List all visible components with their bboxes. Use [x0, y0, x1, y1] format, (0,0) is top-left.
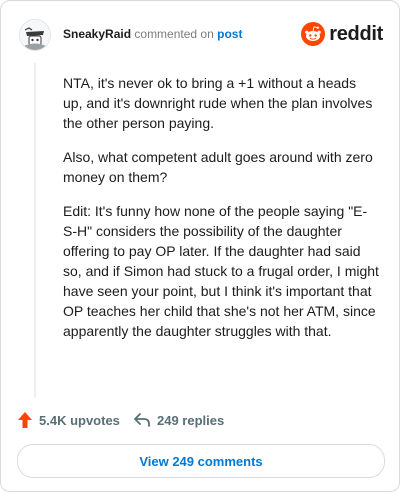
replies-button[interactable]: 249 replies: [133, 409, 224, 431]
comment-paragraph: Edit: It's funny how none of the people …: [63, 203, 379, 339]
commented-on-text: commented on: [134, 27, 214, 41]
reddit-snoo-icon: [301, 22, 326, 46]
comment-paragraph: NTA, it's never ok to bring a +1 without…: [63, 75, 373, 131]
reddit-brand[interactable]: reddit: [301, 21, 383, 47]
reddit-wordmark: reddit: [329, 22, 383, 45]
comment-body: NTA, it's never ok to bring a +1 without…: [63, 73, 379, 355]
upvotes-count: 5.4K upvotes: [39, 412, 120, 428]
replies-count: 249 replies: [157, 412, 225, 428]
comment-meta: SneakyRaid commented on post: [63, 26, 242, 42]
thread-line[interactable]: [34, 63, 36, 398]
post-link[interactable]: post: [217, 27, 242, 41]
username-link[interactable]: SneakyRaid: [63, 27, 131, 41]
comment-header: SneakyRaid commented on post reddit: [19, 19, 383, 51]
comment-card: SneakyRaid commented on post reddit NTA,…: [0, 0, 400, 492]
upvote-arrow-icon: [18, 412, 32, 428]
reply-arrow-icon: [134, 413, 150, 427]
user-avatar-icon[interactable]: [19, 19, 51, 51]
comment-actions: 5.4K upvotes 249 replies: [17, 409, 383, 431]
view-comments-button[interactable]: View 249 comments: [17, 444, 385, 478]
comment-paragraph: Also, what competent adult goes around w…: [63, 149, 373, 185]
upvote-button[interactable]: 5.4K upvotes: [17, 409, 120, 431]
